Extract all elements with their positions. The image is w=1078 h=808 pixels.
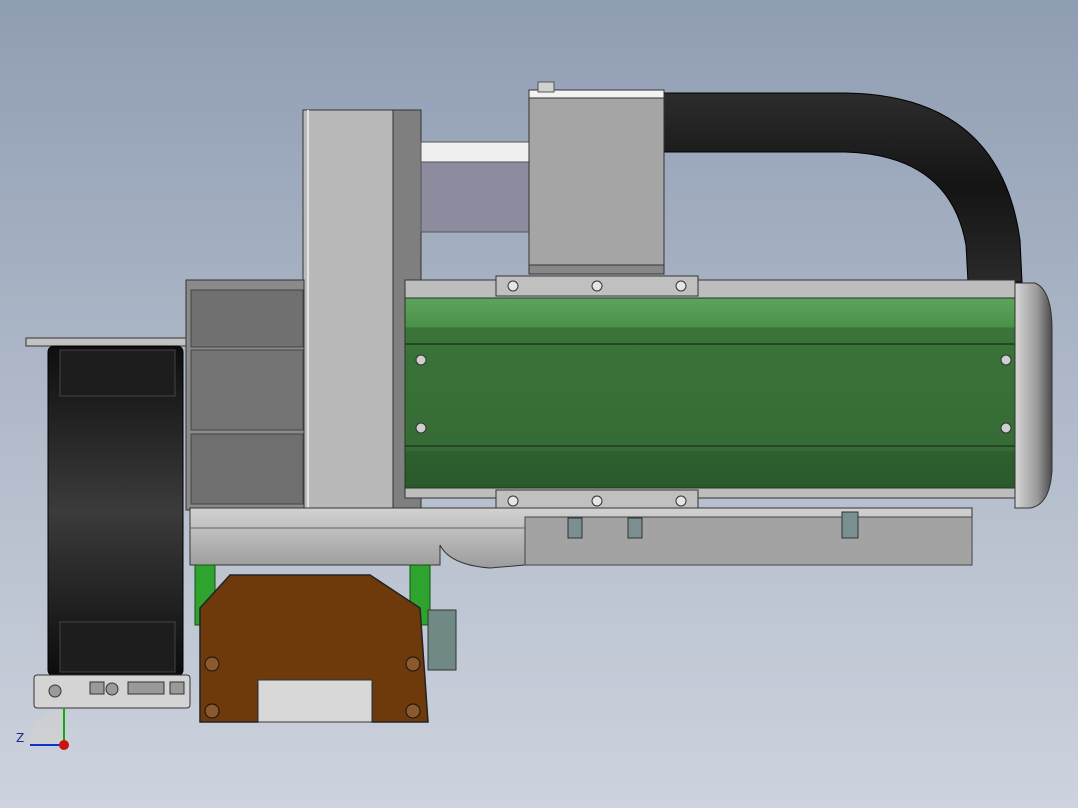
linear-axis-housing (404, 297, 1021, 489)
guide-rod (420, 141, 532, 163)
coordinate-triad (28, 708, 69, 750)
guide-rod-shadow (420, 161, 532, 233)
z-axis-label: Z (16, 731, 25, 745)
motor-mount-bracket (25, 337, 187, 347)
top-carriage-block (528, 89, 665, 275)
aluminium-profile (33, 674, 191, 709)
cad-viewport[interactable]: Z (0, 0, 1078, 808)
end-cap (1014, 282, 1053, 509)
linear-module-drawing (25, 81, 1053, 750)
cable-chain (659, 92, 1023, 283)
clamp-bar-top (495, 275, 699, 297)
upright-plate-front (302, 109, 394, 511)
sensor-switch (427, 609, 457, 671)
